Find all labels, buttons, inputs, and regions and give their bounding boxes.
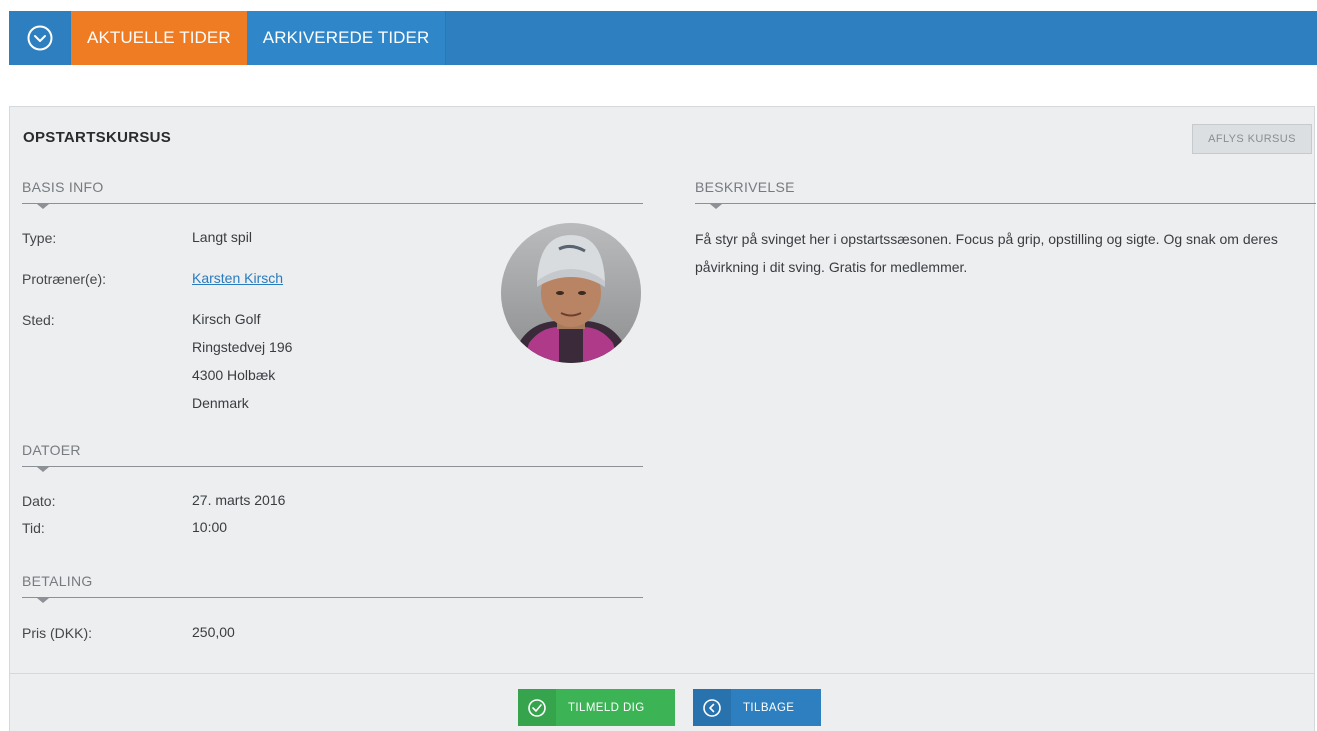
section-betaling: BETALING	[22, 573, 643, 603]
chevron-left-circle-icon	[693, 689, 731, 726]
back-label: TILBAGE	[743, 701, 795, 714]
tab-arkiverede-tider[interactable]: ARKIVEREDE TIDER	[246, 11, 447, 65]
section-basis-info: BASIS INFO	[22, 179, 643, 209]
page-title: OPSTARTSKURSUS	[23, 129, 172, 146]
signup-label: TILMELD DIG	[568, 701, 645, 714]
price-label: Pris (DKK):	[22, 625, 92, 641]
time-label: Tid:	[22, 520, 45, 536]
address-line: Denmark	[192, 395, 249, 411]
caret-down-icon	[37, 204, 49, 209]
action-footer: TILMELD DIG TILBAGE	[10, 673, 1314, 731]
section-heading: BASIS INFO	[22, 179, 104, 195]
caret-down-icon	[37, 598, 49, 603]
type-label: Type:	[22, 230, 57, 246]
cancel-course-button[interactable]: AFLYS KURSUS	[1192, 124, 1312, 154]
location-address: Kirsch Golf Ringstedvej 196 4300 Holbæk …	[192, 305, 292, 417]
section-heading: BESKRIVELSE	[695, 179, 795, 195]
nav-toggle-button[interactable]	[9, 11, 71, 65]
address-line: Kirsch Golf	[192, 311, 261, 327]
caret-down-icon	[710, 204, 722, 209]
caret-down-icon	[37, 467, 49, 472]
address-line: 4300 Holbæk	[192, 367, 276, 383]
divider	[22, 466, 643, 467]
chevron-down-circle-icon	[26, 24, 54, 52]
divider	[695, 203, 1316, 204]
date-label: Dato:	[22, 493, 56, 509]
back-button[interactable]: TILBAGE	[693, 689, 821, 726]
price-value: 250,00	[192, 624, 235, 640]
trainer-label: Protræner(e):	[22, 271, 107, 287]
type-value: Langt spil	[192, 229, 252, 245]
trainer-link[interactable]: Karsten Kirsch	[192, 270, 283, 286]
section-datoer: DATOER	[22, 442, 643, 472]
date-value: 27. marts 2016	[192, 492, 286, 508]
check-circle-icon	[518, 689, 556, 726]
time-value: 10:00	[192, 519, 228, 535]
address-line: Ringstedvej 196	[192, 339, 293, 355]
section-heading: BETALING	[22, 573, 93, 589]
section-heading: DATOER	[22, 442, 81, 458]
divider	[22, 203, 643, 204]
tab-aktuelle-tider[interactable]: AKTUELLE TIDER	[71, 11, 247, 65]
course-panel: OPSTARTSKURSUS AFLYS KURSUS BASIS INFO T…	[9, 106, 1316, 731]
divider	[22, 597, 643, 598]
course-description: Få styr på svinget her i opstartssæsonen…	[695, 231, 1278, 275]
signup-button[interactable]: TILMELD DIG	[518, 689, 675, 726]
section-beskrivelse: BESKRIVELSE	[695, 179, 1316, 209]
trainer-avatar	[501, 223, 641, 363]
location-label: Sted:	[22, 312, 55, 328]
top-navigation: AKTUELLE TIDER ARKIVEREDE TIDER	[9, 11, 1317, 65]
